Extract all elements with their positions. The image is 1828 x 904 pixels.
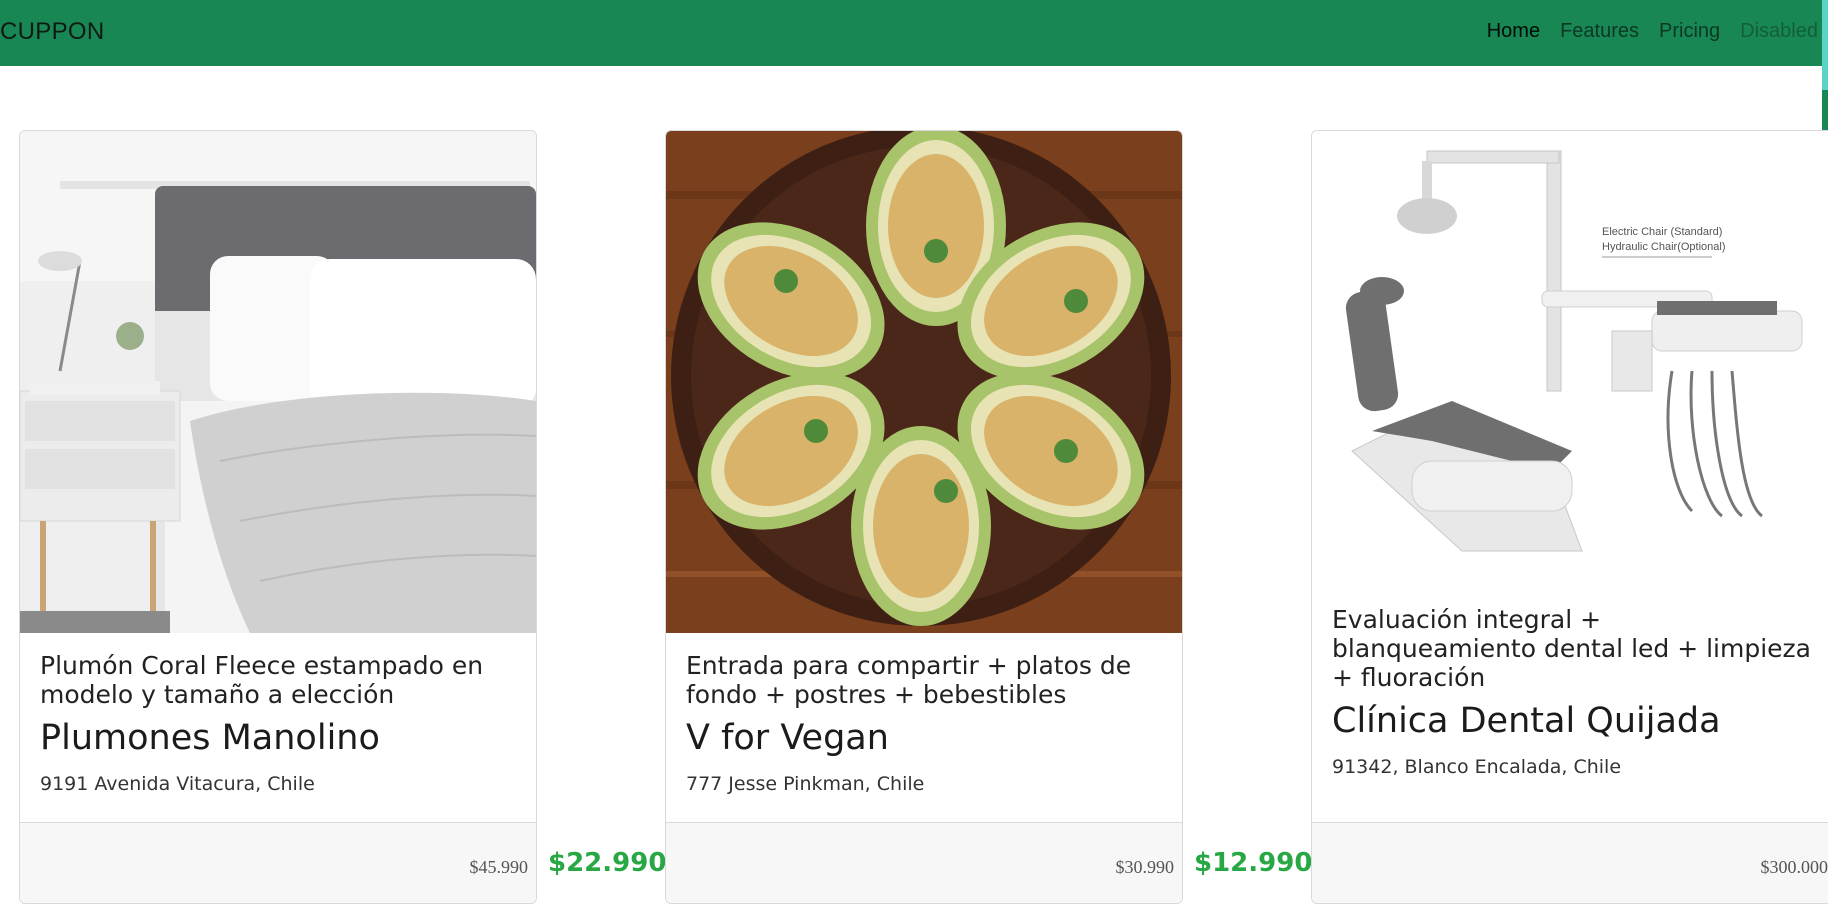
bedroom-bedding-image[interactable] — [20, 131, 536, 633]
merchant-name[interactable]: V for Vegan — [686, 717, 1162, 759]
stuffed-avocados-image[interactable] — [666, 131, 1182, 633]
card-footer: $300.000 — [1312, 822, 1828, 904]
merchant-address: 9191 Avenida Vitacura, Chile — [40, 773, 516, 795]
discount-price: $22.990 — [548, 848, 666, 878]
deal-description: Plumón Coral Fleece estampado en modelo … — [40, 651, 516, 709]
nav-disabled: Disabled — [1730, 20, 1828, 43]
merchant-address: 777 Jesse Pinkman, Chile — [686, 773, 1162, 795]
merchant-name[interactable]: Clínica Dental Quijada — [1332, 700, 1812, 742]
old-price: $45.990 — [470, 857, 529, 878]
nav-pricing[interactable]: Pricing — [1649, 20, 1730, 43]
discount-price: $12.990 — [1194, 848, 1312, 878]
old-price: $300.000 — [1761, 857, 1828, 878]
merchant-address: 91342, Blanco Encalada, Chile — [1332, 756, 1812, 778]
nav-home[interactable]: Home — [1477, 20, 1550, 43]
dental-chair-image[interactable]: Electric Chair (Standard) Hydraulic Chai… — [1312, 131, 1828, 591]
old-price: $30.990 — [1116, 857, 1175, 878]
top-navbar: CUPPON Home Features Pricing Disabled — [0, 0, 1828, 66]
deal-description: Entrada para compartir + platos de fondo… — [686, 651, 1162, 709]
merchant-name[interactable]: Plumones Manolino — [40, 717, 516, 759]
image-caption-1: Electric Chair (Standard) — [1602, 226, 1722, 238]
brand-logo[interactable]: CUPPON — [0, 18, 104, 46]
card-footer: $45.990 — [20, 822, 536, 904]
card-footer: $30.990 — [666, 822, 1182, 904]
nav-features[interactable]: Features — [1550, 20, 1649, 43]
deal-card[interactable]: Electric Chair (Standard) Hydraulic Chai… — [1311, 130, 1828, 904]
card-body: Evaluación integral + blanqueamiento den… — [1332, 605, 1812, 778]
deal-description: Evaluación integral + blanqueamiento den… — [1332, 605, 1812, 692]
deal-card[interactable]: Plumón Coral Fleece estampado en modelo … — [19, 130, 537, 904]
nav-links: Home Features Pricing Disabled — [1477, 20, 1828, 43]
deal-card[interactable]: Entrada para compartir + platos de fondo… — [665, 130, 1183, 904]
card-body: Plumón Coral Fleece estampado en modelo … — [40, 651, 516, 795]
image-caption-2: Hydraulic Chair(Optional) — [1602, 241, 1726, 253]
card-body: Entrada para compartir + platos de fondo… — [686, 651, 1162, 795]
